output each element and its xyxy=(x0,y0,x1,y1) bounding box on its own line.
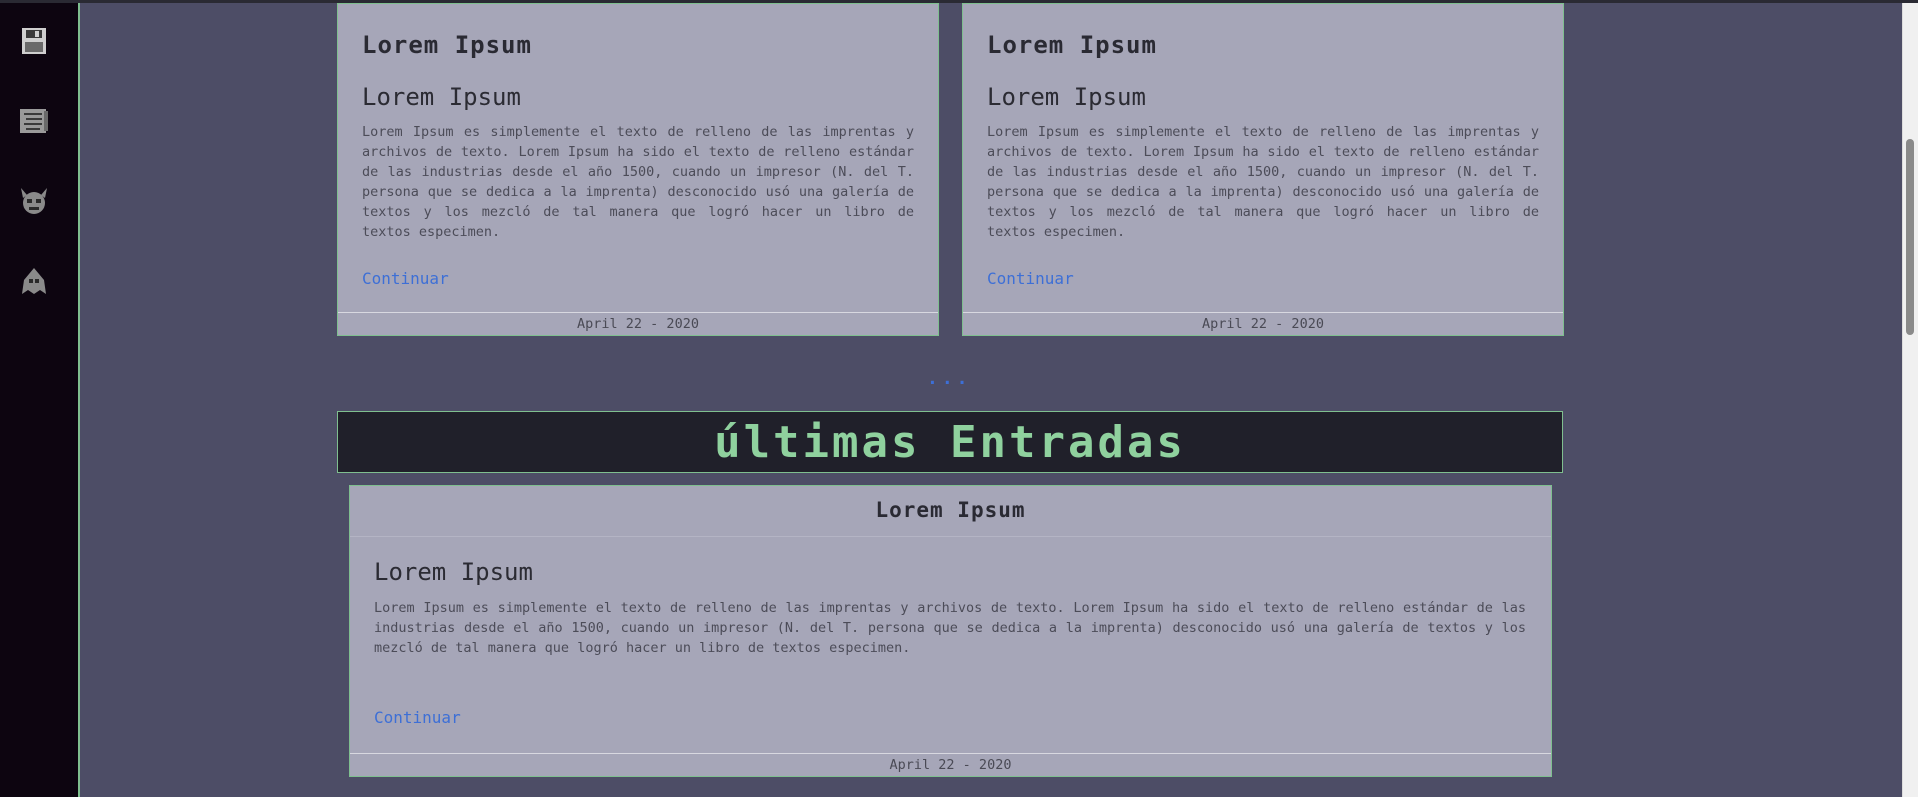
post-card-wide: Lorem Ipsum Lorem Ipsum Lorem Ipsum es s… xyxy=(349,485,1552,777)
post-card: Lorem Ipsum Lorem Ipsum Lorem Ipsum es s… xyxy=(962,3,1564,336)
section-heading: últimas Entradas xyxy=(714,416,1186,468)
scrollbar-thumb[interactable] xyxy=(1906,139,1914,335)
card-subtitle: Lorem Ipsum xyxy=(374,558,533,586)
sidebar xyxy=(0,3,80,797)
post-card: Lorem Ipsum Lorem Ipsum Lorem Ipsum es s… xyxy=(337,3,939,336)
card-date: April 22 - 2020 xyxy=(338,312,938,335)
continue-link[interactable]: Continuar xyxy=(374,708,461,727)
card-title: Lorem Ipsum xyxy=(362,31,532,59)
card-title: Lorem Ipsum xyxy=(987,31,1157,59)
card-date: April 22 - 2020 xyxy=(963,312,1563,335)
card-date: April 22 - 2020 xyxy=(350,753,1551,776)
card-subtitle: Lorem Ipsum xyxy=(362,83,521,111)
scroll-icon[interactable] xyxy=(17,104,51,138)
more-posts-ellipsis[interactable]: ... xyxy=(927,368,972,389)
card-title: Lorem Ipsum xyxy=(875,498,1026,522)
ghost-icon[interactable] xyxy=(17,264,51,298)
card-body: Lorem Ipsum es simplemente el texto de r… xyxy=(987,124,1539,240)
vertical-scrollbar[interactable] xyxy=(1902,3,1918,797)
card-subtitle: Lorem Ipsum xyxy=(987,83,1146,111)
window-top-border xyxy=(0,0,1918,3)
card-body: Lorem Ipsum es simplemente el texto de r… xyxy=(374,600,1526,656)
continue-link[interactable]: Continuar xyxy=(362,269,449,288)
title-divider xyxy=(350,536,1551,537)
floppy-disk-icon[interactable] xyxy=(17,24,51,58)
card-body: Lorem Ipsum es simplemente el texto de r… xyxy=(362,124,914,240)
demon-face-icon[interactable] xyxy=(17,184,51,218)
continue-link[interactable]: Continuar xyxy=(987,269,1074,288)
latest-entries-banner: últimas Entradas xyxy=(337,411,1563,473)
